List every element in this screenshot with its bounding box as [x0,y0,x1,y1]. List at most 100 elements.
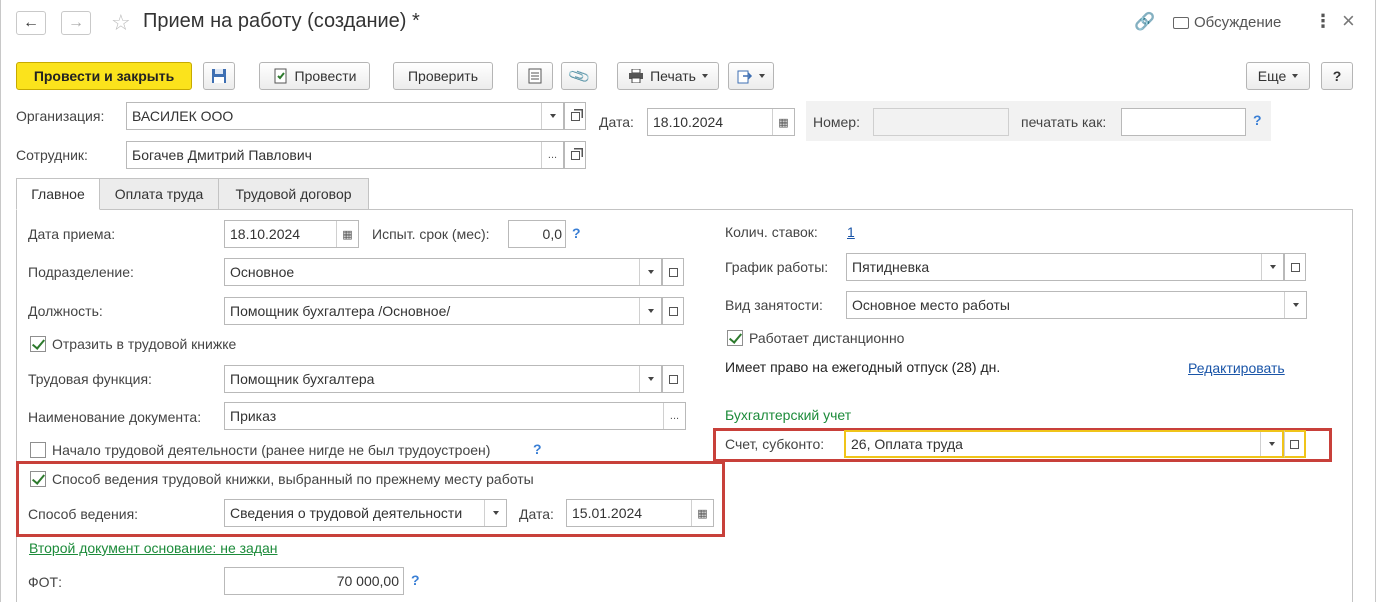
dropdown-arrow-icon[interactable] [541,103,563,129]
open-window-icon [1290,439,1299,449]
journal-button[interactable] [517,62,553,90]
favorite-star-icon[interactable]: ☆ [111,10,131,36]
discussion-button[interactable]: Обсуждение [1173,14,1281,31]
link-icon[interactable]: 🔗 [1134,12,1155,32]
help-icon[interactable]: ? [572,225,581,241]
chat-icon [1173,16,1189,29]
employment-field[interactable]: Основное место работы [846,291,1307,319]
method-date-field[interactable]: 15.01.2024 ▦ [566,499,714,527]
help-icon[interactable]: ? [533,441,542,457]
list-document-icon [528,68,542,84]
help-button[interactable]: ? [1321,62,1353,90]
print-as-label: печатать как: [1021,114,1107,130]
rates-label: Колич. ставок: [725,224,818,240]
calendar-icon[interactable]: ▦ [336,221,358,247]
tab-main[interactable]: Главное [16,178,100,210]
print-as-field[interactable] [1121,108,1246,136]
open-organization-button[interactable] [564,102,586,130]
document-window: ← → ☆ Прием на работу (создание) * 🔗 Обс… [0,0,1376,602]
first-job-checkbox[interactable] [30,442,46,458]
open-schedule-button[interactable] [1284,253,1306,281]
back-button[interactable]: ← [16,11,46,35]
open-window-icon [668,374,678,384]
first-job-label: Начало трудовой деятельности (ранее нигд… [52,442,491,458]
menu-dots-icon[interactable]: ⋮ [1314,11,1332,32]
attach-button[interactable]: 📎 [561,62,597,90]
account-field[interactable]: 26, Оплата труда [844,430,1284,458]
select-ellipsis-icon[interactable]: ... [541,142,563,168]
reflect-checkbox[interactable] [30,336,46,352]
open-window-icon [570,111,580,121]
method-prev-label: Способ ведения трудовой книжки, выбранны… [52,471,534,487]
schedule-field[interactable]: Пятидневка [846,253,1284,281]
division-label: Подразделение: [28,264,134,280]
date-field[interactable]: 18.10.2024 ▦ [647,108,795,136]
post-button[interactable]: Провести [259,62,370,90]
post-document-icon [274,68,287,84]
tab-contract[interactable]: Трудовой договор [218,178,369,210]
organization-field[interactable]: ВАСИЛЕК ООО [126,102,564,130]
employee-field[interactable]: Богачев Дмитрий Павлович ... [126,141,564,169]
help-icon[interactable]: ? [411,572,420,588]
create-based-icon [737,70,753,84]
second-doc-link[interactable]: Второй документ основание: не задан [29,540,278,556]
method-field[interactable]: Сведения о трудовой деятельности [224,499,507,527]
paperclip-icon: 📎 [566,64,592,89]
dropdown-arrow-icon [701,74,708,78]
open-division-button[interactable] [662,258,684,286]
accounting-header: Бухгалтерский учет [725,407,852,423]
method-prev-checkbox[interactable] [30,471,46,487]
dropdown-arrow-icon[interactable] [1284,292,1306,318]
forward-button[interactable]: → [61,11,91,35]
check-button[interactable]: Проверить [393,62,493,90]
open-window-icon [570,150,580,160]
arrow-left-icon: ← [23,14,39,31]
remote-label: Работает дистанционно [749,330,905,346]
printer-icon [629,69,644,83]
edit-vacation-link[interactable]: Редактировать [1188,360,1285,376]
dropdown-arrow-icon [759,74,765,78]
fot-field[interactable]: 70 000,00 [224,567,404,595]
open-account-button[interactable] [1284,430,1306,458]
page-title: Прием на работу (создание) * [143,10,420,32]
calendar-icon[interactable]: ▦ [772,109,794,135]
help-icon[interactable]: ? [1253,112,1262,128]
dropdown-arrow-icon[interactable] [639,366,661,392]
rates-link[interactable]: 1 [847,224,855,240]
probation-field[interactable]: 0,0 [508,220,566,248]
labor-function-field[interactable]: Помощник бухгалтера [224,365,662,393]
doc-name-field[interactable]: Приказ ... [224,402,686,430]
probation-label: Испыт. срок (мес): [372,226,490,242]
hire-date-label: Дата приема: [28,226,116,242]
labor-function-label: Трудовая функция: [28,371,152,387]
calendar-icon[interactable]: ▦ [691,500,713,526]
close-icon[interactable]: × [1342,8,1355,34]
position-field[interactable]: Помощник бухгалтера /Основное/ [224,297,662,325]
create-based-on-button[interactable] [728,62,774,90]
dropdown-arrow-icon[interactable] [484,500,506,526]
division-field[interactable]: Основное [224,258,662,286]
open-position-button[interactable] [662,297,684,325]
dropdown-arrow-icon [1292,74,1299,78]
print-button[interactable]: Печать [617,62,719,90]
fot-label: ФОТ: [28,574,62,590]
number-field[interactable] [873,108,1009,136]
vacation-text: Имеет право на ежегодный отпуск (28) дн. [725,359,1001,375]
dropdown-arrow-icon[interactable] [639,298,661,324]
open-labor-function-button[interactable] [662,365,684,393]
more-button[interactable]: Еще [1246,62,1310,90]
method-date-label: Дата: [519,506,554,522]
employee-label: Сотрудник: [16,147,88,163]
hire-date-field[interactable]: 18.10.2024 ▦ [224,220,359,248]
dropdown-arrow-icon[interactable] [1261,254,1283,280]
open-employee-button[interactable] [564,141,586,169]
number-label: Номер: [813,114,860,130]
tab-payment[interactable]: Оплата труда [99,178,219,210]
dropdown-arrow-icon[interactable] [639,259,661,285]
remote-checkbox[interactable] [727,330,743,346]
select-ellipsis-icon[interactable]: ... [663,403,685,429]
dropdown-arrow-icon[interactable] [1260,432,1282,456]
save-button[interactable] [203,62,235,90]
post-and-close-button[interactable]: Провести и закрыть [16,62,192,90]
account-label: Счет, субконто: [725,436,825,452]
